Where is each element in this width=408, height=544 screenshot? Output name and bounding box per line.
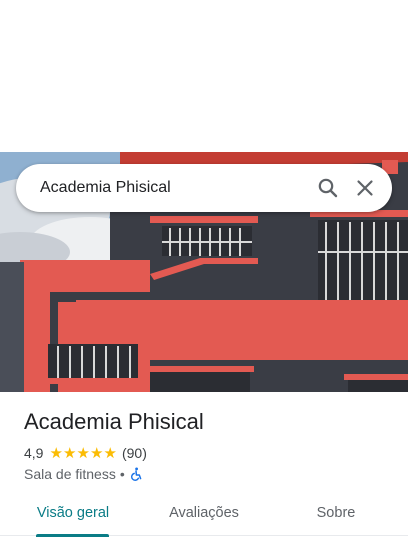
tab-about[interactable]: Sobre — [306, 496, 366, 536]
category-row: Sala de fitness • — [24, 464, 143, 484]
wheelchair-icon — [129, 467, 143, 481]
place-title: Academia Phisical — [24, 409, 204, 434]
search-icon[interactable] — [316, 176, 340, 200]
place-category: Sala de fitness — [24, 466, 116, 482]
blank-area — [0, 0, 408, 152]
tab-bar: Visão geral Avaliações Sobre — [0, 496, 408, 536]
tab-overview[interactable]: Visão geral — [30, 496, 116, 536]
search-bar[interactable]: Academia Phisical — [16, 164, 392, 212]
close-icon[interactable] — [353, 176, 377, 200]
review-count[interactable]: (90) — [122, 445, 147, 461]
separator-dot: • — [119, 466, 125, 482]
search-input[interactable]: Academia Phisical — [40, 164, 171, 212]
star-icon: ★ — [49, 444, 63, 462]
active-tab-indicator — [36, 534, 109, 537]
star-icon: ★ — [103, 444, 117, 462]
star-icon: ★ — [62, 444, 77, 462]
rating-value: 4,9 — [24, 445, 44, 461]
rating-row[interactable]: 4,9 ★ ★ ★ ★ ★ (90) — [24, 443, 147, 463]
star-icon: ★ — [89, 444, 104, 462]
tab-reviews[interactable]: Avaliações — [160, 496, 248, 536]
star-rating: ★ ★ ★ ★ ★ — [49, 446, 117, 461]
star-icon: ★ — [76, 444, 90, 462]
